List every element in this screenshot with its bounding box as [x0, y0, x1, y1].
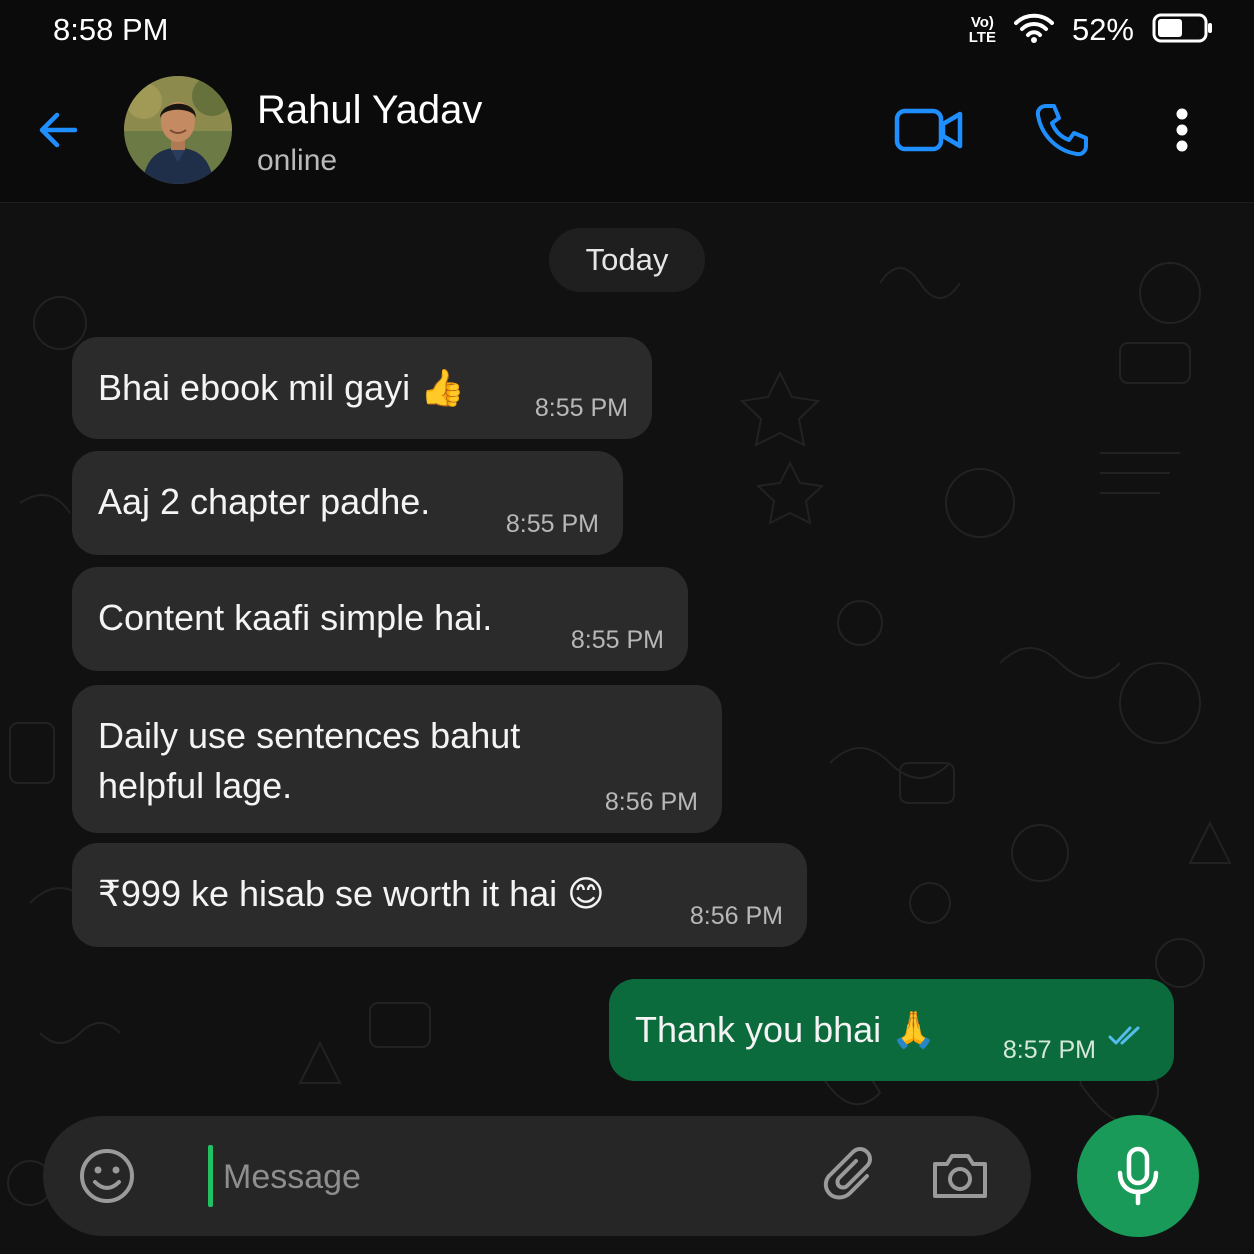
volte-top-label: Vo) [970, 14, 994, 31]
paperclip-icon [823, 1147, 872, 1200]
more-options-icon [1176, 108, 1188, 152]
message-time: 8:56 PM [689, 902, 783, 930]
back-arrow-icon [39, 112, 78, 148]
message-text: Daily use sentences bahut helpful lage. [98, 715, 521, 806]
video-call-icon [894, 108, 963, 152]
status-indicators: Vo) LTE 52% [969, 10, 1214, 50]
chat-area[interactable]: Today Bhai ebook mil gayi 👍 8:55 PM Aaj … [0, 203, 1254, 1254]
message-bubble-outgoing[interactable]: Thank you bhai 🙏 8:57 PM [609, 979, 1174, 1081]
voice-record-button[interactable] [1077, 1115, 1199, 1237]
chat-header: Rahul Yadav online [0, 62, 1254, 203]
message-bubble-incoming[interactable]: ₹999 ke hisab se worth it hai 😊 8:56 PM [72, 843, 807, 947]
message-bubble-incoming[interactable]: Daily use sentences bahut helpful lage. … [72, 685, 722, 833]
status-bar: 8:58 PM Vo) LTE 52% [0, 0, 1254, 62]
avatar[interactable] [124, 76, 232, 184]
message-bubble-incoming[interactable]: Bhai ebook mil gayi 👍 8:55 PM [72, 337, 652, 439]
status-time: 8:58 PM [53, 12, 169, 47]
camera-icon [933, 1154, 987, 1198]
attach-button[interactable] [823, 1146, 883, 1206]
text-cursor [208, 1145, 213, 1207]
emoji-button[interactable] [77, 1146, 137, 1206]
microphone-icon [1117, 1146, 1159, 1206]
phone-call-icon [1035, 104, 1088, 157]
message-composer [43, 1116, 1031, 1236]
message-input[interactable] [221, 1146, 825, 1208]
volte-bottom-label: LTE [968, 29, 996, 46]
read-receipt-icon [1108, 1011, 1148, 1061]
message-time: 8:56 PM [604, 788, 698, 816]
message-bubble-incoming[interactable]: Aaj 2 chapter padhe. 8:55 PM [72, 451, 623, 555]
camera-button[interactable] [929, 1146, 991, 1206]
battery-icon [1152, 13, 1214, 48]
message-bubble-incoming[interactable]: Content kaafi simple hai. 8:55 PM [72, 567, 688, 671]
battery-percent: 52% [1071, 12, 1134, 47]
video-call-button[interactable] [892, 98, 966, 162]
message-time: 8:55 PM [570, 626, 664, 654]
wifi-icon [1013, 12, 1054, 49]
more-options-button[interactable] [1160, 102, 1204, 158]
voice-call-button[interactable] [1030, 98, 1094, 162]
back-button[interactable] [32, 104, 84, 156]
message-text: ₹999 ke hisab se worth it hai 😊 [98, 873, 605, 914]
contact-status: online [257, 144, 338, 177]
emoji-icon [80, 1149, 134, 1203]
message-time: 8:55 PM [534, 394, 628, 422]
volte-icon: Vo) LTE [969, 15, 996, 45]
contact-name[interactable]: Rahul Yadav [257, 88, 482, 133]
message-time: 8:57 PM [1002, 1036, 1096, 1064]
message-time: 8:55 PM [505, 510, 599, 538]
date-separator: Today [549, 228, 705, 292]
